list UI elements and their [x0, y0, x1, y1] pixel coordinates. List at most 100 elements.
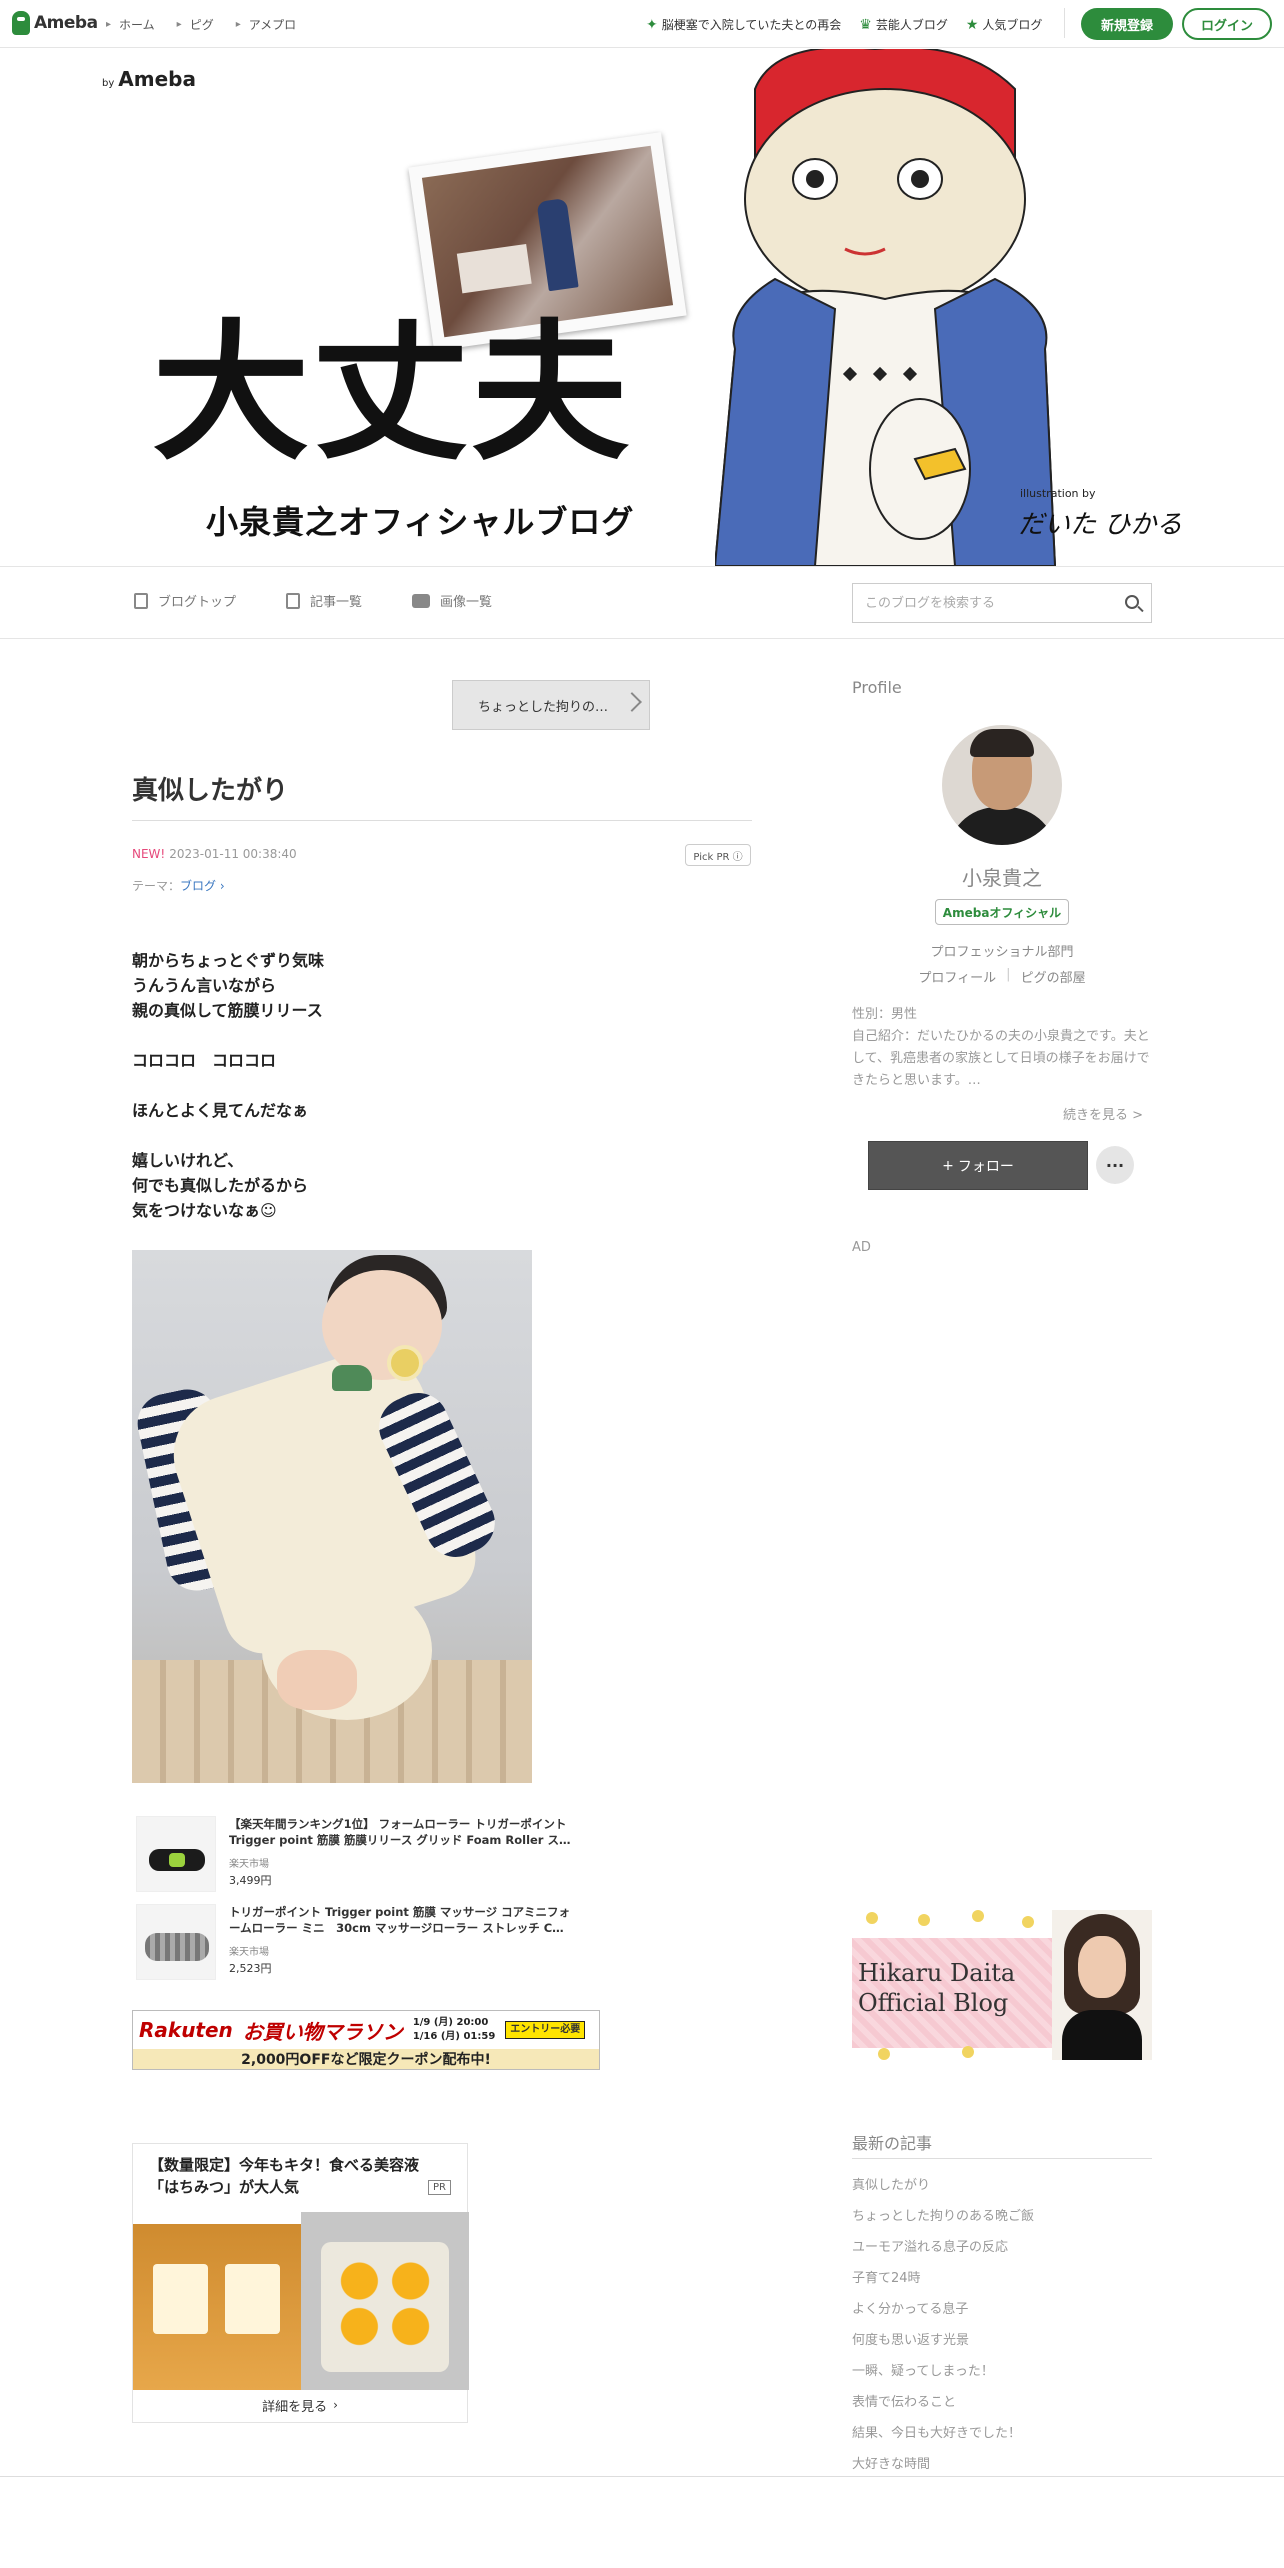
register-button[interactable]: 新規登録 — [1081, 8, 1173, 40]
new-badge: NEW! — [132, 847, 166, 861]
article-title[interactable]: 真似したがり — [132, 770, 288, 807]
start-date: 1/9 (月) 20:00 — [412, 2017, 489, 2028]
read-more-link[interactable]: 続きを見る > — [1063, 1104, 1143, 1123]
latest-article-link[interactable]: 真似したがり — [852, 2170, 1152, 2201]
dinosaur-print — [332, 1365, 372, 1391]
article-theme: テーマ：ブログ › — [132, 877, 225, 894]
nav-home-label: ホーム — [119, 18, 155, 32]
search-icon[interactable] — [1125, 595, 1139, 609]
theme-prefix: テーマ： — [132, 879, 181, 893]
latest-article-link[interactable]: 表情で伝わること — [852, 2387, 1152, 2418]
latest-articles-heading: 最新の記事 — [852, 2134, 933, 2153]
nav-pigg-label: ピグ — [189, 18, 214, 32]
ameba-text: Ameba — [118, 67, 196, 91]
illustration-credit: illustration by — [1020, 487, 1096, 500]
latest-article-link[interactable]: 結果、今日も大好きでした！ — [852, 2418, 1152, 2449]
pr-badge: PR — [428, 2180, 451, 2195]
camera-icon — [412, 593, 431, 608]
avatar[interactable] — [942, 725, 1062, 845]
nav-home[interactable]: ▸ ホーム — [106, 16, 155, 33]
link-divider: | — [1006, 967, 1011, 982]
daita-photo — [1052, 1910, 1152, 2060]
decor-dot — [972, 1910, 984, 1922]
image-list-label: 画像一覧 — [440, 595, 493, 610]
latest-article-link[interactable]: 何度も思い返す光景 — [852, 2325, 1152, 2356]
illustrator-signature: だいた ひかる — [1018, 510, 1183, 540]
article-meta: NEW! 2023-01-11 00:38:40 — [132, 847, 297, 861]
celebrity-blog-link[interactable]: ♛ 芸能人ブログ — [859, 16, 948, 33]
login-button[interactable]: ログイン — [1182, 8, 1272, 40]
baby-photo[interactable] — [132, 1250, 532, 1783]
celebrity-blog-label: 芸能人ブログ — [875, 18, 948, 32]
rakuten-banner[interactable]: Rakuten お買い物マラソン 1/9 (月) 20:00 1/16 (月) 0… — [132, 2010, 600, 2070]
face — [322, 1270, 442, 1380]
image-list-link[interactable]: 画像一覧 — [412, 591, 492, 610]
daita-banner-line2: Official Blog — [858, 1989, 1009, 2017]
plus-icon: + — [942, 1157, 954, 1174]
article-list-link[interactable]: 記事一覧 — [286, 591, 362, 610]
decor-dot — [918, 1914, 930, 1926]
latest-article-link[interactable]: ちょっとした拘りのある晩ご飯 — [852, 2201, 1152, 2232]
article-body: 朝からちょっとぐずり気味 うんうん言いながら 親の真似して筋膜リリース コロコロ… — [132, 948, 324, 1223]
profile-gender: 性別：男性 — [852, 1007, 918, 1022]
rakuten-logo: Rakuten — [139, 2018, 233, 2042]
nav-amepro[interactable]: ▸ アメプロ — [236, 16, 296, 33]
global-header: Ameba ▸ ホーム ▸ ピグ ▸ アメプロ ✦ 脳梗塞で入院していた夫との再会 ♛ 芸… — [0, 0, 1284, 48]
hikaru-daita-blog-banner[interactable]: Hikaru Daita Official Blog — [852, 1910, 1152, 2060]
end-date: 1/16 (月) 01:59 — [412, 2031, 496, 2042]
profile-name[interactable]: 小泉貴之 — [852, 862, 1152, 891]
body-line: 気をつけないなぁ☺︎ — [132, 1201, 277, 1220]
daita-banner-text: Hikaru Daita Official Blog — [858, 1958, 1015, 2018]
featured-link[interactable]: ✦ 脳梗塞で入院していた夫との再会 — [646, 16, 841, 33]
more-options-button[interactable]: ··· — [1096, 1146, 1134, 1184]
blog-header-banner[interactable]: by Ameba 大丈夫 小泉貴之オフィシャルブログ illustration b… — [0, 49, 1284, 566]
avatar-hair — [970, 729, 1034, 757]
profile-intro: 自己紹介：だいたひかるの夫の小泉貴之です。夫として、乳癌患者の家族として日頃の様… — [852, 1029, 1150, 1088]
pick-pr-button[interactable]: Pick PR ⓘ — [685, 844, 751, 866]
latest-article-link[interactable]: よく分かってる息子 — [852, 2294, 1152, 2325]
latest-divider — [852, 2158, 1152, 2159]
profile-category[interactable]: プロフェッショナル部門 — [852, 941, 1152, 960]
product-shop: 楽天市場 — [229, 1859, 269, 1870]
nav-pigg[interactable]: ▸ ピグ — [177, 16, 214, 33]
decor-dot — [866, 1912, 878, 1924]
chevron-right-icon: ▸ — [235, 19, 241, 30]
ameba-logo[interactable]: Ameba — [12, 11, 98, 35]
profile-link[interactable]: プロフィール — [918, 967, 996, 986]
by-text: by — [102, 78, 115, 89]
daita-clothes — [1062, 2010, 1142, 2060]
theme-link[interactable]: ブログ › — [180, 879, 225, 893]
decor-dot — [1022, 1916, 1034, 1928]
rakuten-banner-top: Rakuten お買い物マラソン 1/9 (月) 20:00 1/16 (月) 0… — [133, 2011, 599, 2049]
mini-roller-product — [145, 1933, 209, 1961]
subnav-divider — [0, 638, 1284, 639]
popular-blog-link[interactable]: ★ 人気ブログ — [966, 16, 1043, 33]
daita-banner-line1: Hikaru Daita — [858, 1959, 1016, 1987]
latest-article-link[interactable]: 子育て24時 — [852, 2263, 1152, 2294]
blog-top-link[interactable]: ブログトップ — [134, 591, 236, 610]
latest-article-link[interactable]: ユーモア溢れる息子の反応 — [852, 2232, 1152, 2263]
by-ameba-logo: by Ameba — [102, 67, 196, 91]
entry-badge: エントリー必要 — [505, 2021, 586, 2039]
chevron-right-icon: › — [333, 2398, 338, 2412]
product-image — [136, 1816, 216, 1892]
ad-card[interactable]: 【数量限定】今年もキタ！食べる美容液「はちみつ」が大人気 PR 詳細を見る › — [132, 2143, 469, 2423]
follow-button[interactable]: + フォロー — [868, 1141, 1088, 1190]
product-card[interactable]: トリガーポイント Trigger point 筋膜 マッサージ コアミニフォーム… — [132, 1898, 572, 1980]
body-line: 親の真似して筋膜リリース — [132, 1001, 323, 1020]
ameba-logo-icon — [12, 11, 30, 35]
search-input[interactable] — [853, 584, 1103, 622]
ad-details-link[interactable]: 詳細を見る › — [133, 2388, 467, 2422]
crown-icon: ♛ — [859, 16, 872, 33]
decor-dot — [962, 2046, 974, 2058]
ad-title: 【数量限定】今年もキタ！食べる美容液「はちみつ」が大人気 — [149, 2156, 420, 2196]
product-image — [136, 1904, 216, 1980]
product-card[interactable]: 【楽天年間ランキング1位】 フォームローラー トリガーポイント Trigger … — [132, 1810, 572, 1892]
previous-article-button[interactable]: ちょっとした拘りの… — [452, 680, 650, 730]
pigg-room-link[interactable]: ピグの部屋 — [1021, 967, 1086, 986]
honey-lemon-slices-image — [301, 2212, 469, 2390]
product-price: 3,499円 — [229, 1874, 272, 1887]
body-line: コロコロ コロコロ — [132, 1051, 277, 1070]
latest-article-link[interactable]: 一瞬、疑ってしまった！ — [852, 2356, 1152, 2387]
featured-link-label: 脳梗塞で入院していた夫との再会 — [661, 18, 842, 32]
